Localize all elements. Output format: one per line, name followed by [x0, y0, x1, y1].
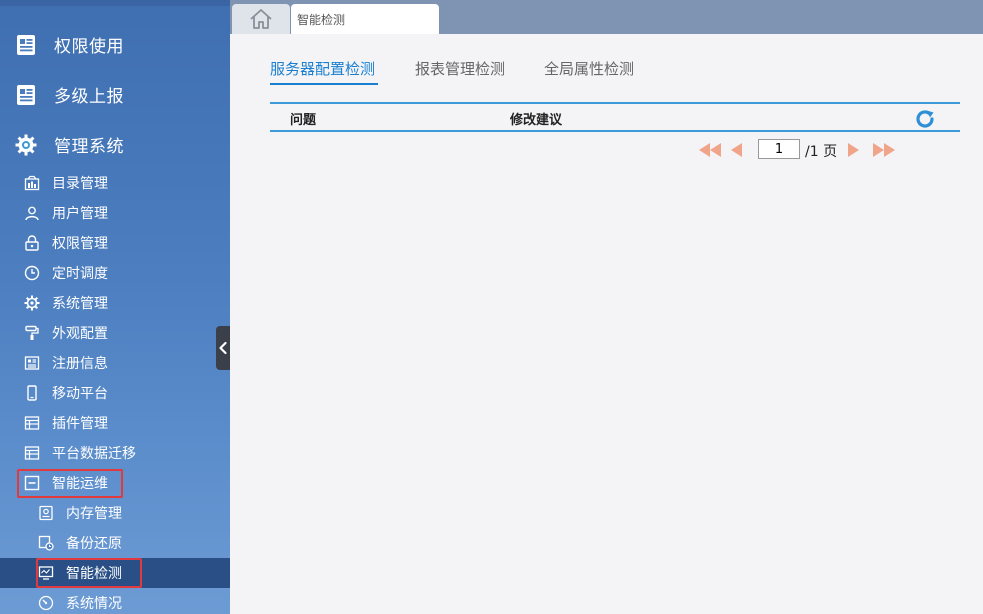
sidebar-item-label: 系统情况	[66, 596, 122, 612]
chevron-left-icon	[219, 341, 227, 355]
sidebar-item-data-migration[interactable]: 平台数据迁移	[0, 438, 230, 468]
clock-icon	[24, 265, 40, 281]
sidebar-item-label: 移动平台	[52, 386, 108, 402]
sidebar-item-scheduling[interactable]: 定时调度	[0, 258, 230, 288]
sidebar-item-label: 外观配置	[52, 326, 108, 342]
sidebar-item-label: 内存管理	[66, 506, 122, 522]
column-header-suggestion: 修改建议	[510, 113, 563, 128]
sidebar-collapse-button[interactable]	[216, 326, 230, 370]
sidebar-item-users[interactable]: 用户管理	[0, 198, 230, 228]
sidebar-item-label: 权限管理	[52, 236, 108, 252]
sidebar-item-management-system[interactable]: 管理系统	[0, 124, 230, 164]
sidebar-item-catalog[interactable]: 目录管理	[0, 168, 230, 198]
report-list-icon	[17, 35, 35, 55]
sidebar-top-strip	[0, 0, 230, 6]
sidebar: 权限使用 多级上报 管理系统 目录管理 用户管理 权限管理 定时调度 系统管理 …	[0, 0, 230, 614]
tab-home[interactable]	[232, 4, 290, 34]
tab-bar: 智能检测	[230, 0, 983, 34]
sidebar-item-permission-usage[interactable]: 权限使用	[0, 24, 230, 64]
sidebar-item-label: 管理系统	[54, 136, 124, 157]
gear-icon	[24, 295, 40, 311]
sidebar-item-label: 定时调度	[52, 266, 108, 282]
sidebar-item-label: 平台数据迁移	[52, 446, 136, 462]
main-content: 智能检测 服务器配置检测 报表管理检测 全局属性检测 问题 修改建议 /1 页	[230, 0, 983, 614]
data-migration-icon	[24, 446, 40, 460]
page-total-label: /1 页	[805, 144, 838, 160]
home-icon	[250, 9, 272, 29]
sidebar-item-label: 备份还原	[66, 536, 122, 552]
refresh-icon[interactable]	[914, 108, 936, 130]
sidebar-item-label: 目录管理	[52, 176, 108, 192]
plugin-icon	[24, 416, 40, 430]
sidebar-item-label: 注册信息	[52, 356, 108, 372]
paint-roller-icon	[25, 325, 39, 340]
catalog-icon	[24, 175, 40, 191]
sidebar-item-multilevel-report[interactable]: 多级上报	[0, 74, 230, 114]
report-list-icon	[17, 85, 35, 105]
sidebar-item-label: 权限使用	[54, 36, 124, 57]
first-page-icon[interactable]	[698, 142, 722, 158]
lock-icon	[25, 235, 39, 251]
sidebar-item-system-status[interactable]: 系统情况	[0, 588, 230, 614]
pagination: /1 页	[230, 138, 983, 162]
sidebar-item-registration[interactable]: 注册信息	[0, 348, 230, 378]
subtab-server-config[interactable]: 服务器配置检测	[270, 58, 375, 79]
gauge-icon	[38, 595, 54, 611]
sidebar-item-backup-restore[interactable]: 备份还原	[0, 528, 230, 558]
sidebar-item-appearance[interactable]: 外观配置	[0, 318, 230, 348]
active-subtab-underline	[270, 83, 378, 85]
tab-smart-detection[interactable]: 智能检测	[291, 4, 439, 34]
sidebar-item-label: 插件管理	[52, 416, 108, 432]
registration-icon	[24, 356, 40, 370]
sidebar-item-label: 用户管理	[52, 206, 108, 222]
subtab-global-properties[interactable]: 全局属性检测	[544, 58, 634, 79]
next-page-icon[interactable]	[846, 142, 860, 158]
gear-icon	[15, 134, 37, 156]
sidebar-item-plugins[interactable]: 插件管理	[0, 408, 230, 438]
user-icon	[25, 206, 39, 221]
page-number-input[interactable]	[758, 139, 800, 159]
memory-icon	[39, 505, 53, 521]
last-page-icon[interactable]	[872, 142, 896, 158]
sidebar-item-system-management[interactable]: 系统管理	[0, 288, 230, 318]
sidebar-item-label: 多级上报	[54, 86, 124, 107]
backup-icon	[38, 535, 54, 551]
table-header: 问题 修改建议	[270, 102, 960, 132]
smart-ops-highlight-box	[17, 469, 123, 498]
sidebar-item-memory[interactable]: 内存管理	[0, 498, 230, 528]
smart-detection-highlight-box	[36, 558, 142, 588]
subtab-report-management[interactable]: 报表管理检测	[415, 58, 505, 79]
tab-label: 智能检测	[297, 13, 346, 27]
sidebar-item-mobile-platform[interactable]: 移动平台	[0, 378, 230, 408]
sidebar-item-label: 系统管理	[52, 296, 108, 312]
previous-page-icon[interactable]	[730, 142, 744, 158]
sidebar-item-permissions[interactable]: 权限管理	[0, 228, 230, 258]
column-header-issue: 问题	[290, 113, 317, 128]
mobile-icon	[27, 385, 37, 401]
